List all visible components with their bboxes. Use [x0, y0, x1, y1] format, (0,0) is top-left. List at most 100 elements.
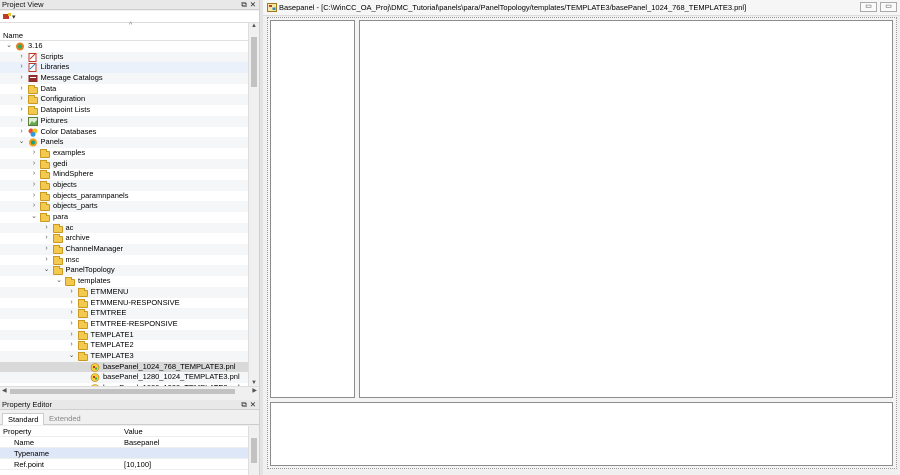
- tree-item[interactable]: › Message Catalogs: [0, 73, 248, 84]
- property-name: Typename: [14, 449, 50, 458]
- tree-item[interactable]: basePanel_1024_768_TEMPLATE3.pnl: [0, 361, 248, 373]
- chevron-down-icon[interactable]: ⌄: [5, 41, 13, 52]
- property-value[interactable]: Basepanel: [124, 437, 159, 448]
- chevron-right-icon[interactable]: ›: [68, 298, 76, 309]
- tree-item[interactable]: › ETMTREE: [0, 308, 248, 319]
- chevron-right-icon[interactable]: ›: [30, 159, 38, 170]
- chevron-right-icon[interactable]: ›: [30, 180, 38, 191]
- chevron-down-icon[interactable]: ⌄: [55, 276, 63, 287]
- property-row-refpoint[interactable]: Ref.point [10,100]: [0, 459, 248, 470]
- tree-item[interactable]: › Libraries: [0, 62, 248, 74]
- chevron-right-icon[interactable]: ›: [30, 191, 38, 202]
- chevron-right-icon[interactable]: ›: [30, 169, 38, 180]
- chevron-right-icon[interactable]: ›: [43, 255, 51, 266]
- chevron-down-icon[interactable]: ⌄: [43, 265, 51, 276]
- chevron-down-icon[interactable]: ⌄: [68, 351, 76, 362]
- tree-item[interactable]: › ChannelManager: [0, 244, 248, 255]
- tree-item[interactable]: ⌄ templates: [0, 276, 248, 287]
- tree-item-label: gedi: [53, 158, 68, 168]
- tree-item[interactable]: › TEMPLATE2: [0, 340, 248, 351]
- tree-item[interactable]: ⌄ para: [0, 212, 248, 223]
- minimize-button[interactable]: ▭: [860, 2, 877, 12]
- scroll-left-icon[interactable]: ◀: [2, 387, 7, 394]
- property-column-header[interactable]: Property: [3, 426, 31, 437]
- tree-item[interactable]: › msc: [0, 255, 248, 266]
- panel-canvas[interactable]: [267, 17, 897, 469]
- tree-item[interactable]: › TEMPLATE1: [0, 329, 248, 341]
- value-column-header[interactable]: Value: [124, 426, 143, 437]
- property-row-name[interactable]: Name Basepanel: [0, 437, 248, 448]
- tree-item[interactable]: › ETMTREE-RESPONSIVE: [0, 319, 248, 330]
- chevron-down-icon[interactable]: ▾: [12, 13, 16, 21]
- chevron-right-icon[interactable]: ›: [30, 201, 38, 212]
- chevron-right-icon[interactable]: ›: [18, 94, 26, 105]
- tree-item[interactable]: ⌄ Panels: [0, 137, 248, 148]
- chevron-right-icon[interactable]: ›: [18, 52, 26, 63]
- scroll-thumb[interactable]: [10, 389, 235, 394]
- tree-vertical-scrollbar[interactable]: ▲ ▼: [248, 23, 258, 386]
- message-catalogs-icon: [28, 74, 38, 83]
- close-icon[interactable]: ✕: [250, 400, 256, 410]
- folder-icon: [52, 266, 63, 276]
- tree-item[interactable]: ⌄ TEMPLATE3: [0, 350, 248, 362]
- chevron-right-icon[interactable]: ›: [68, 287, 76, 298]
- tree-item[interactable]: › objects_paramnpanels: [0, 191, 248, 202]
- navigation-panel-area[interactable]: [270, 20, 355, 398]
- chevron-right-icon[interactable]: ›: [18, 62, 26, 73]
- tree-item[interactable]: › ETMMENU-RESPONSIVE: [0, 298, 248, 309]
- tree-item[interactable]: › Color Databases: [0, 127, 248, 138]
- chevron-right-icon[interactable]: ›: [18, 84, 26, 95]
- tree-item[interactable]: › MindSphere: [0, 169, 248, 180]
- chevron-down-icon[interactable]: ⌄: [30, 212, 38, 223]
- tree-item[interactable]: basePanel_1280_1024_TEMPLATE3.pnl: [0, 372, 248, 383]
- chevron-right-icon[interactable]: ›: [68, 340, 76, 351]
- tree-item[interactable]: › objects_parts: [0, 201, 248, 212]
- chevron-right-icon[interactable]: ›: [68, 330, 76, 341]
- property-value[interactable]: [10,100]: [124, 459, 151, 470]
- maximize-button[interactable]: ▭: [880, 2, 897, 12]
- main-panel-area[interactable]: [359, 20, 893, 398]
- close-icon[interactable]: ✕: [250, 0, 256, 10]
- tree-item-label: TEMPLATE3: [90, 350, 134, 360]
- scroll-up-icon[interactable]: ▲: [250, 23, 258, 29]
- property-row-typename[interactable]: Typename: [0, 448, 248, 459]
- tree-item[interactable]: ⌄ PanelTopology: [0, 265, 248, 277]
- chevron-right-icon[interactable]: ›: [18, 73, 26, 84]
- tree-item[interactable]: › Data: [0, 84, 248, 95]
- tree-item[interactable]: › Scripts: [0, 51, 248, 63]
- chevron-right-icon[interactable]: ›: [18, 116, 26, 127]
- tree-item[interactable]: › Configuration: [0, 94, 248, 106]
- chevron-right-icon[interactable]: ›: [43, 244, 51, 255]
- project-filter-icon[interactable]: [3, 13, 11, 20]
- tree-item[interactable]: › ac: [0, 222, 248, 234]
- tree-item[interactable]: ⌄ 3.16: [0, 41, 248, 52]
- sort-indicator[interactable]: ^: [129, 22, 132, 29]
- chevron-down-icon[interactable]: ⌄: [18, 137, 26, 148]
- scroll-thumb[interactable]: [251, 438, 257, 463]
- project-tree: ⌄ 3.16 › Scripts › Libraries › Message Catalogs…: [0, 41, 248, 386]
- chevron-right-icon[interactable]: ›: [68, 308, 76, 319]
- scroll-thumb[interactable]: [251, 37, 257, 87]
- float-icon[interactable]: ⧉: [241, 0, 246, 10]
- tree-item[interactable]: › gedi: [0, 158, 248, 170]
- footer-panel-area[interactable]: [270, 402, 893, 466]
- chevron-right-icon[interactable]: ›: [30, 148, 38, 159]
- tree-item[interactable]: › archive: [0, 233, 248, 244]
- chevron-right-icon[interactable]: ›: [18, 105, 26, 116]
- property-editor-scrollbar[interactable]: [248, 426, 258, 475]
- tab-standard[interactable]: Standard: [2, 413, 45, 425]
- float-icon[interactable]: ⧉: [241, 400, 246, 410]
- scroll-right-icon[interactable]: ▶: [252, 387, 257, 394]
- chevron-right-icon[interactable]: ›: [18, 127, 26, 138]
- tree-item[interactable]: › ETMMENU: [0, 286, 248, 298]
- name-column-header[interactable]: Name: [0, 31, 248, 41]
- chevron-right-icon[interactable]: ›: [43, 233, 51, 244]
- tree-item[interactable]: › examples: [0, 148, 248, 159]
- tree-horizontal-scrollbar[interactable]: ◀ ▶: [0, 386, 259, 395]
- chevron-right-icon[interactable]: ›: [68, 319, 76, 330]
- chevron-right-icon[interactable]: ›: [43, 223, 51, 234]
- tab-extended[interactable]: Extended: [44, 413, 86, 425]
- tree-item[interactable]: › Datapoint Lists: [0, 105, 248, 116]
- tree-item[interactable]: › Pictures: [0, 115, 248, 127]
- tree-item[interactable]: › objects: [0, 179, 248, 191]
